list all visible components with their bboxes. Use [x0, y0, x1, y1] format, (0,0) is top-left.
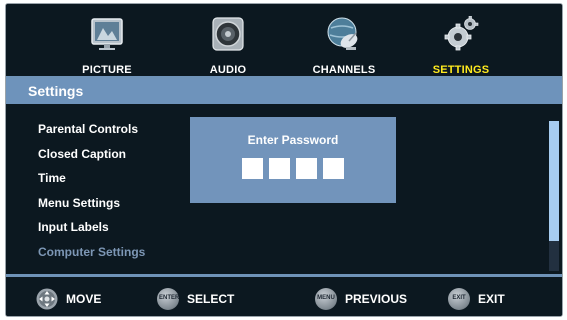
speaker-icon	[212, 17, 244, 51]
tab-label: CHANNELS	[312, 64, 376, 76]
tab-label: AUDIO	[209, 64, 247, 76]
tab-channels[interactable]: CHANNELS	[289, 4, 399, 76]
tab-audio[interactable]: AUDIO	[173, 4, 283, 76]
dialog-title: Enter Password	[247, 133, 339, 147]
tab-label: PICTURE	[82, 64, 132, 76]
hint-label: EXIT	[478, 292, 505, 306]
menu-item-closed-caption[interactable]: Closed Caption	[38, 142, 145, 167]
password-digit-4[interactable]	[323, 158, 344, 179]
tv-menu-screen: PICTURE AUDIO CHANNELS SETTINGS Settings…	[5, 3, 563, 317]
section-header: Settings	[6, 79, 562, 104]
menu-item-menu-settings[interactable]: Menu Settings	[38, 191, 145, 216]
dpad-icon	[36, 288, 58, 310]
button-text: ENTER	[159, 295, 180, 301]
menu-item-parental-controls[interactable]: Parental Controls	[38, 117, 145, 142]
tab-label: SETTINGS	[432, 64, 490, 76]
menu-item-input-labels[interactable]: Input Labels	[38, 215, 145, 240]
satellite-dish-icon	[327, 17, 358, 50]
button-text: EXIT	[452, 295, 466, 301]
hint-label: SELECT	[187, 292, 235, 306]
password-dialog: Enter Password	[190, 117, 396, 203]
scrollbar-thumb[interactable]	[549, 121, 559, 241]
password-digit-1[interactable]	[242, 158, 263, 179]
divider	[6, 274, 562, 277]
menu-item-time[interactable]: Time	[38, 166, 145, 191]
password-digit-3[interactable]	[296, 158, 317, 179]
tab-picture[interactable]: PICTURE	[52, 4, 162, 76]
tab-settings[interactable]: SETTINGS	[406, 4, 516, 76]
monitor-icon	[91, 18, 123, 50]
password-digit-2[interactable]	[269, 158, 290, 179]
gears-icon	[444, 16, 479, 51]
hint-label: MOVE	[66, 292, 102, 306]
settings-menu: Parental Controls Closed Caption Time Me…	[38, 117, 145, 265]
menu-item-computer-settings: Computer Settings	[38, 244, 146, 259]
button-text: MENU	[317, 295, 335, 301]
page-title: Settings	[28, 83, 84, 99]
menu-tab-bar: PICTURE AUDIO CHANNELS SETTINGS	[6, 4, 562, 76]
button-hint-bar: MOVE ENTER SELECT MENU PREVIOUS EXIT EXI…	[6, 279, 562, 316]
hint-label: PREVIOUS	[345, 292, 408, 306]
